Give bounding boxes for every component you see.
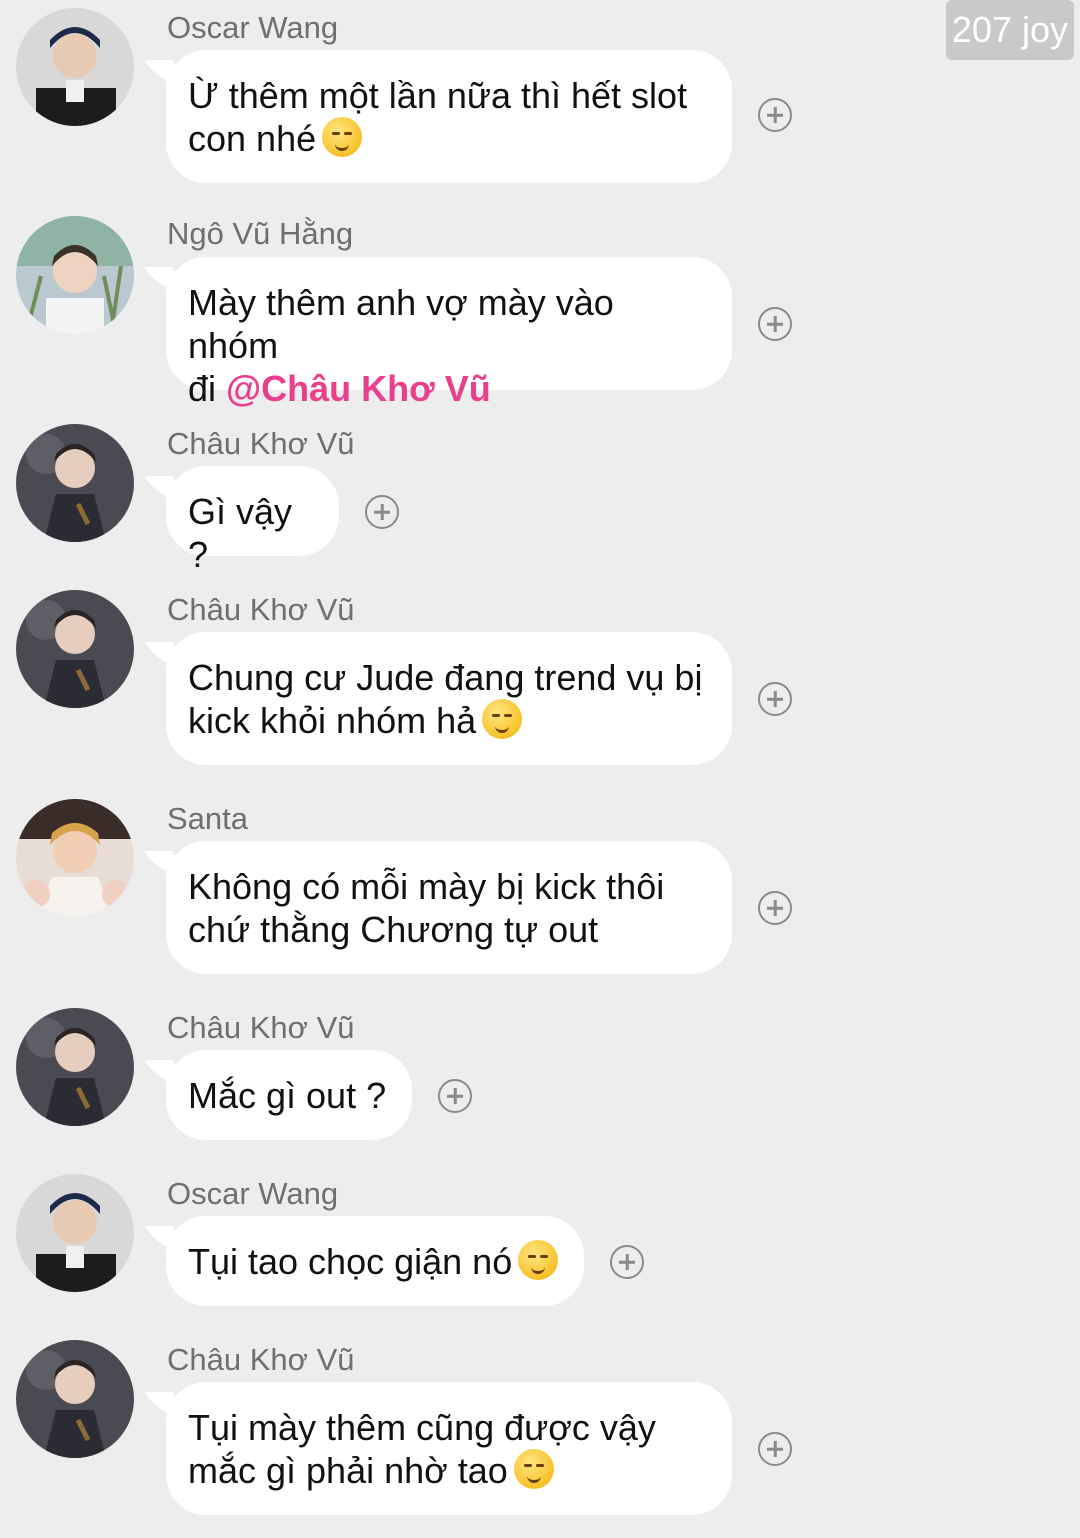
message-bubble[interactable]: Tụi tao chọc giận nó [166,1216,584,1306]
message-bubble[interactable]: Tụi mày thêm cũng được vậy mắc gì phải n… [166,1382,732,1515]
watermark: 207 joy [945,0,1074,60]
message-bubble[interactable]: Gì vậy ? [166,466,339,575]
sender-name: Châu Khơ Vũ [167,1342,355,1377]
avatar-chau-kho-vu[interactable] [16,590,134,708]
message-bubble[interactable]: Mắc gì out ? [166,1050,412,1140]
avatar-chau-kho-vu[interactable] [16,424,134,542]
add-reaction-icon[interactable] [610,1245,644,1279]
add-reaction-icon[interactable] [758,1432,792,1466]
message-text: con nhé [188,118,317,159]
sender-name: Châu Khơ Vũ [167,592,355,627]
relieved-face-emoji [322,117,363,157]
message-text: Ừ thêm một lần nữa thì hết slot [188,75,688,116]
add-reaction-icon[interactable] [758,307,792,341]
avatar-santa[interactable] [16,799,134,917]
thinking-face-emoji [482,699,523,739]
avatar-chau-kho-vu[interactable] [16,1008,134,1126]
sender-name: Oscar Wang [167,10,339,45]
message-text: Mày thêm anh vợ mày vào nhóm [188,282,614,366]
add-reaction-icon[interactable] [758,98,792,132]
add-reaction-icon[interactable] [438,1079,472,1113]
add-reaction-icon[interactable] [758,682,792,716]
sender-name: Ngô Vũ Hằng [167,216,354,251]
face-with-hand-over-mouth-emoji [518,1240,559,1280]
avatar-oscar-wang[interactable] [16,1174,134,1292]
message-text: mắc gì phải nhờ tao [188,1450,508,1491]
sender-name: Oscar Wang [167,1176,339,1211]
message-text: chứ thằng Chương tự out [188,909,599,950]
message-text: Không có mỗi mày bị kick thôi [188,866,665,907]
message-bubble[interactable]: Không có mỗi mày bị kick thôi chứ thằng … [166,841,732,974]
sender-name: Châu Khơ Vũ [167,426,355,461]
sender-name: Châu Khơ Vũ [167,1010,355,1045]
message-text: đi [188,368,217,409]
add-reaction-icon[interactable] [365,495,399,529]
message-text: Tụi tao chọc giận nó [188,1241,513,1282]
avatar-chau-kho-vu[interactable] [16,1340,134,1458]
message-text: kick khỏi nhóm hả [188,700,477,741]
message-text: Mắc gì out ? [188,1075,387,1116]
slightly-smiling-face-emoji [513,1449,554,1489]
message-text: Tụi mày thêm cũng được vậy [188,1407,656,1448]
avatar-oscar-wang[interactable] [16,8,134,126]
mention-link[interactable]: @Châu Khơ Vũ [226,368,491,409]
message-text: Gì vậy ? [188,491,293,575]
avatar-ngo-vu-hang[interactable] [16,216,134,334]
message-bubble[interactable]: Chung cư Jude đang trend vụ bị kick khỏi… [166,632,732,765]
message-bubble[interactable]: Ừ thêm một lần nữa thì hết slot con nhé [166,50,732,183]
message-bubble[interactable]: Mày thêm anh vợ mày vào nhóm đi @Châu Kh… [166,257,732,409]
sender-name: Santa [167,801,249,836]
add-reaction-icon[interactable] [758,891,792,925]
message-text: Chung cư Jude đang trend vụ bị [188,657,703,698]
